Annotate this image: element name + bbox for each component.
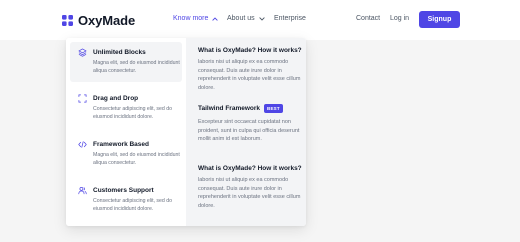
- menu-item-title: Framework Based: [93, 141, 149, 148]
- menu-item-title: Unlimited Blocks: [93, 49, 146, 56]
- dropdown-feature-list: Unlimited Blocks Magna elit, sed do eius…: [66, 38, 186, 226]
- info-text: laboris nisi ut aliquip ex ea commodo co…: [198, 177, 301, 209]
- menu-item-unlimited-blocks[interactable]: Unlimited Blocks Magna elit, sed do eius…: [70, 42, 182, 82]
- nav-about-us[interactable]: About us: [227, 14, 265, 24]
- nav-know-more[interactable]: Know more: [173, 14, 219, 24]
- info-title-tailwind[interactable]: Tailwind Framework BEST: [198, 104, 283, 113]
- info-title-text: What is OxyMade? How it works?: [198, 165, 302, 172]
- info-title-text: Tailwind Framework: [198, 105, 261, 112]
- info-title-what-is-2[interactable]: What is OxyMade? How it works?: [198, 164, 302, 173]
- nav-login[interactable]: Log in: [390, 14, 409, 24]
- info-text: Excepteur sint occaecat cupidatat non pr…: [198, 119, 300, 142]
- info-title-what-is[interactable]: What is OxyMade? How it works?: [198, 46, 302, 55]
- nav-enterprise-label: Enterprise: [274, 15, 306, 22]
- info-title-text: What is OxyMade? How it works?: [198, 47, 302, 54]
- menu-item-drag-and-drop[interactable]: Drag and Drop Consectetur adipiscing eli…: [70, 88, 182, 128]
- nav-contact-label: Contact: [356, 15, 381, 22]
- chevron-down-icon: [258, 17, 265, 21]
- logo-grid-icon: [62, 14, 73, 26]
- chevron-up-icon: [212, 17, 219, 21]
- brand-logo[interactable]: OxyMade: [62, 12, 135, 28]
- nav-login-label: Log in: [390, 15, 410, 22]
- know-more-dropdown: Unlimited Blocks Magna elit, sed do eius…: [66, 38, 306, 226]
- nav-enterprise[interactable]: Enterprise: [274, 14, 306, 24]
- nav-contact[interactable]: Contact: [356, 14, 380, 24]
- nav-know-more-label: Know more: [173, 15, 209, 22]
- nav-about-us-label: About us: [227, 15, 255, 22]
- brand-name: OxyMade: [78, 12, 136, 28]
- drag-frame-icon: [78, 94, 87, 103]
- users-icon: [78, 186, 87, 195]
- menu-item-desc: Magna elit, sed do eiusmod incididunt al…: [93, 152, 180, 166]
- menu-item-framework-based[interactable]: Framework Based Magna elit, sed do eiusm…: [70, 134, 182, 174]
- code-icon: [78, 141, 87, 148]
- layers-icon: [78, 48, 87, 57]
- best-badge: BEST: [264, 104, 283, 113]
- dropdown-info-panel: What is OxyMade? How it works? laboris n…: [186, 38, 306, 226]
- menu-item-desc: Consectetur adipiscing elit, sed do eius…: [93, 198, 173, 212]
- info-text: laboris nisi ut aliquip ex ea commodo co…: [198, 59, 301, 91]
- menu-item-desc: Consectetur adipiscing elit, sed do eius…: [93, 106, 173, 120]
- menu-item-title: Customers Support: [93, 187, 154, 194]
- menu-item-desc: Magna elit, sed do eiusmod incididunt al…: [93, 60, 180, 74]
- top-navbar: OxyMade Know more About us Enterprise Co…: [0, 0, 520, 40]
- signup-button[interactable]: Signup: [419, 11, 460, 28]
- menu-item-customers-support[interactable]: Customers Support Consectetur adipiscing…: [70, 180, 182, 220]
- menu-item-title: Drag and Drop: [93, 95, 139, 102]
